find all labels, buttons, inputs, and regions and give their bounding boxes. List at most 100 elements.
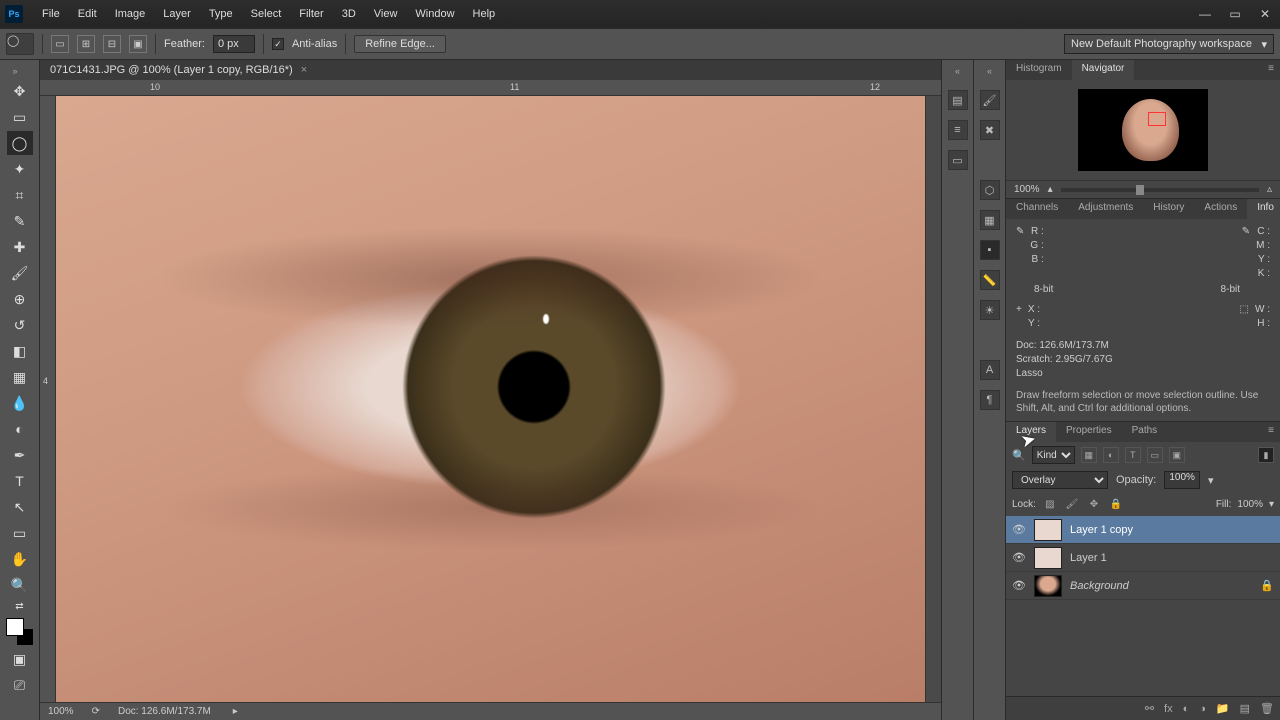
menu-view[interactable]: View: [368, 4, 404, 24]
shape-tool[interactable]: ▭: [7, 521, 33, 545]
layer-row[interactable]: 👁Layer 1 copy: [1006, 516, 1280, 544]
menu-select[interactable]: Select: [245, 4, 288, 24]
tab-channels[interactable]: Channels: [1006, 199, 1068, 219]
navigator-view-box[interactable]: [1148, 112, 1166, 126]
zoom-slider[interactable]: [1061, 188, 1259, 192]
document-tab[interactable]: 071C1431.JPG @ 100% (Layer 1 copy, RGB/1…: [40, 60, 941, 80]
tab-adjustments[interactable]: Adjustments: [1068, 199, 1143, 219]
delete-layer-icon[interactable]: 🗑: [1260, 702, 1274, 715]
dock-icon-measure[interactable]: 📏: [980, 270, 1000, 290]
maximize-button[interactable]: ▭: [1220, 3, 1250, 25]
dock-icon-3d[interactable]: ⬡: [980, 180, 1000, 200]
zoom-tool[interactable]: 🔍: [7, 573, 33, 597]
subtract-selection-icon[interactable]: ⊟: [103, 35, 121, 53]
status-zoom[interactable]: 100%: [48, 706, 74, 717]
expand-icon[interactable]: «: [955, 66, 960, 76]
panel-menu-icon[interactable]: ≡: [1262, 60, 1280, 80]
tab-paths[interactable]: Paths: [1122, 422, 1168, 442]
dodge-tool[interactable]: ◐: [7, 417, 33, 441]
menu-filter[interactable]: Filter: [293, 4, 329, 24]
path-tool[interactable]: ↖: [7, 495, 33, 519]
tool-preset-button[interactable]: ◯: [6, 33, 34, 55]
color-swatch[interactable]: [6, 618, 34, 646]
minimize-button[interactable]: —: [1190, 3, 1220, 25]
layer-row[interactable]: 👁Layer 1: [1006, 544, 1280, 572]
collapse-icon[interactable]: »: [13, 66, 27, 76]
opacity-value[interactable]: 100%: [1164, 471, 1200, 489]
tab-info[interactable]: Info: [1247, 199, 1280, 219]
intersect-selection-icon[interactable]: ▣: [129, 35, 147, 53]
menu-3d[interactable]: 3D: [336, 4, 362, 24]
chevron-down-icon[interactable]: ▾: [1269, 499, 1274, 510]
lock-position-icon[interactable]: ✥: [1086, 496, 1102, 512]
layer-thumbnail[interactable]: [1034, 547, 1062, 569]
status-arrow-icon[interactable]: ▸: [233, 706, 238, 717]
dock-icon-dark[interactable]: ▪: [980, 240, 1000, 260]
lasso-tool[interactable]: ◯: [7, 131, 33, 155]
healing-tool[interactable]: ✚: [7, 235, 33, 259]
filter-type-icon[interactable]: T: [1125, 447, 1141, 463]
new-selection-icon[interactable]: ▭: [51, 35, 69, 53]
lock-pixels-icon[interactable]: 🖌: [1064, 496, 1080, 512]
tab-layers[interactable]: Layers: [1006, 422, 1056, 442]
workspace-select[interactable]: New Default Photography workspace▾: [1064, 34, 1274, 54]
menu-image[interactable]: Image: [109, 4, 152, 24]
lock-transparency-icon[interactable]: ▨: [1042, 496, 1058, 512]
filter-toggle[interactable]: ▮: [1258, 447, 1274, 463]
marquee-tool[interactable]: ▭: [7, 105, 33, 129]
visibility-icon[interactable]: 👁: [1012, 579, 1026, 592]
pen-tool[interactable]: ✒: [7, 443, 33, 467]
visibility-icon[interactable]: 👁: [1012, 551, 1026, 564]
filter-adjust-icon[interactable]: ◐: [1103, 447, 1119, 463]
filter-kind-select[interactable]: Kind: [1032, 446, 1075, 464]
menu-window[interactable]: Window: [409, 4, 460, 24]
refine-edge-button[interactable]: Refine Edge...: [354, 35, 446, 53]
layer-thumbnail[interactable]: [1034, 575, 1062, 597]
antialias-checkbox[interactable]: ✓: [272, 38, 284, 50]
filter-smart-icon[interactable]: ▣: [1169, 447, 1185, 463]
dock-icon-char[interactable]: A: [980, 360, 1000, 380]
brush-tool[interactable]: 🖌: [7, 261, 33, 285]
tab-properties[interactable]: Properties: [1056, 422, 1122, 442]
layer-mask-icon[interactable]: ◐: [1183, 703, 1190, 715]
tab-history[interactable]: History: [1143, 199, 1194, 219]
blend-mode-select[interactable]: Overlay: [1012, 471, 1108, 489]
scrollbar-vertical[interactable]: [925, 96, 941, 702]
magic-wand-tool[interactable]: ✦: [7, 157, 33, 181]
move-tool[interactable]: ✥: [7, 79, 33, 103]
link-layers-icon[interactable]: ⚯: [1145, 702, 1154, 715]
filter-shape-icon[interactable]: ▭: [1147, 447, 1163, 463]
add-selection-icon[interactable]: ⊞: [77, 35, 95, 53]
status-icon[interactable]: ⟳: [92, 706, 100, 717]
crop-tool[interactable]: ⌗: [7, 183, 33, 207]
menu-help[interactable]: Help: [467, 4, 502, 24]
eraser-tool[interactable]: ◧: [7, 339, 33, 363]
panel-menu-icon[interactable]: ≡: [1262, 422, 1280, 442]
tab-actions[interactable]: Actions: [1194, 199, 1247, 219]
chevron-down-icon[interactable]: ▾: [1208, 474, 1214, 487]
layer-row[interactable]: 👁Background🔒: [1006, 572, 1280, 600]
filter-pixel-icon[interactable]: ▦: [1081, 447, 1097, 463]
visibility-icon[interactable]: 👁: [1012, 523, 1026, 536]
close-tab-icon[interactable]: ×: [301, 64, 307, 76]
type-tool[interactable]: T: [7, 469, 33, 493]
dock-icon-settings[interactable]: ✖: [980, 120, 1000, 140]
fill-value[interactable]: 100%: [1237, 499, 1263, 510]
new-layer-icon[interactable]: ▤: [1240, 702, 1250, 715]
adjustment-layer-icon[interactable]: ◑: [1199, 703, 1206, 715]
dock-icon-2[interactable]: ≡: [948, 120, 968, 140]
blur-tool[interactable]: 💧: [7, 391, 33, 415]
close-button[interactable]: ✕: [1250, 3, 1280, 25]
zoom-out-icon[interactable]: ▴: [1048, 184, 1053, 195]
canvas[interactable]: [56, 96, 925, 702]
layer-fx-icon[interactable]: fx: [1164, 703, 1173, 715]
zoom-in-icon[interactable]: ▵: [1267, 184, 1272, 195]
menu-file[interactable]: File: [36, 4, 66, 24]
menu-edit[interactable]: Edit: [72, 4, 103, 24]
history-brush-tool[interactable]: ↺: [7, 313, 33, 337]
menu-type[interactable]: Type: [203, 4, 239, 24]
dock-icon-1[interactable]: ▤: [948, 90, 968, 110]
zoom-value[interactable]: 100%: [1014, 184, 1040, 195]
tab-navigator[interactable]: Navigator: [1072, 60, 1135, 80]
feather-input[interactable]: [213, 35, 255, 53]
